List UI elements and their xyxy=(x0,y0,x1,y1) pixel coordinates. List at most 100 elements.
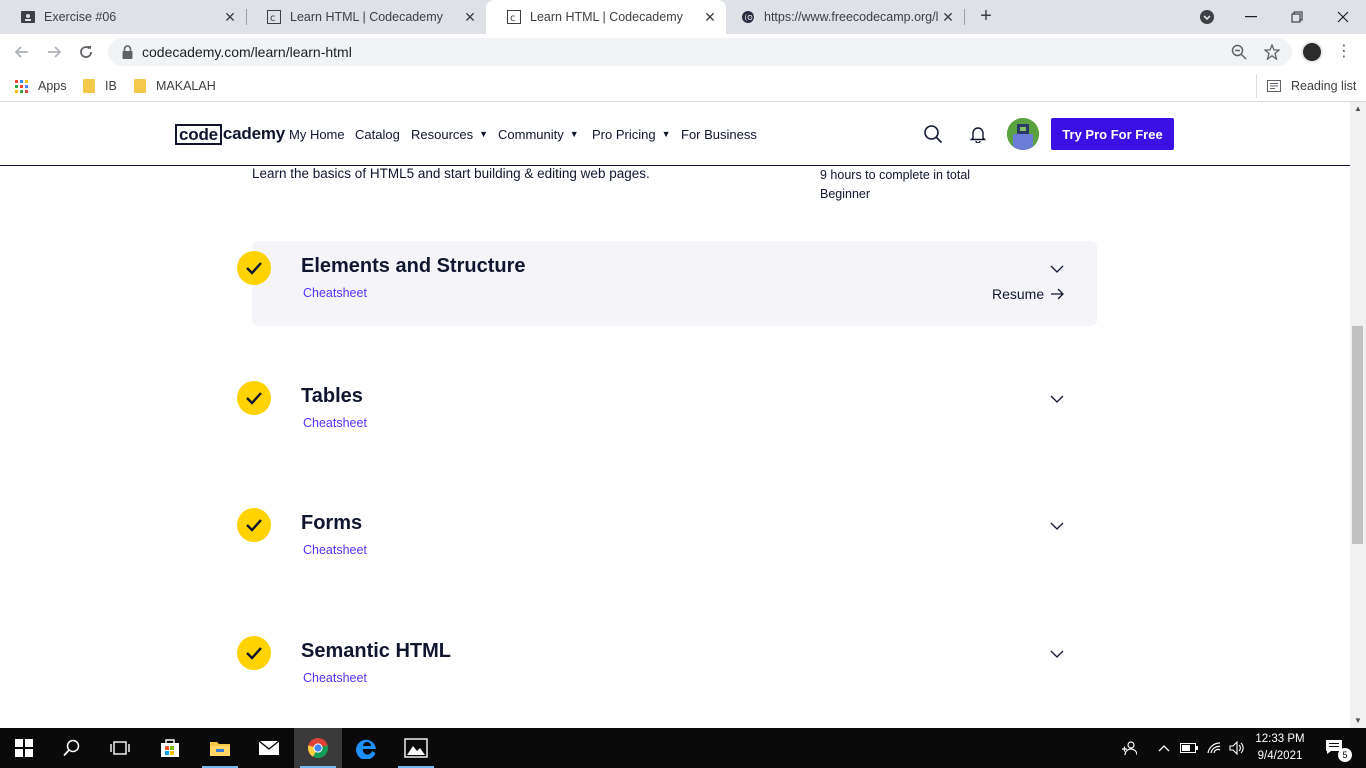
module-semantic-html[interactable]: Semantic HTML Cheatsheet xyxy=(237,626,1097,711)
module-title: Elements and Structure xyxy=(301,255,526,277)
forward-button[interactable] xyxy=(42,40,66,64)
search-icon xyxy=(63,739,80,757)
restore-button[interactable] xyxy=(1274,0,1320,34)
restore-icon xyxy=(1291,11,1303,23)
bell-icon[interactable] xyxy=(966,122,990,146)
start-button[interactable] xyxy=(0,728,48,768)
module-forms[interactable]: Forms Cheatsheet xyxy=(237,498,1097,583)
tab-search-button[interactable] xyxy=(1184,0,1230,34)
chevron-down-icon[interactable] xyxy=(1049,263,1065,275)
close-tab-icon[interactable]: ✕ xyxy=(220,9,240,26)
logo-rest-text: cademy xyxy=(222,124,286,143)
tab-title: https://www.freecodecamp.org/le xyxy=(764,10,938,24)
mail-icon xyxy=(258,740,280,755)
arrow-right-icon xyxy=(1051,288,1065,300)
codecademy-favicon-icon: c xyxy=(506,9,522,25)
close-tab-icon[interactable]: ✕ xyxy=(938,9,958,26)
photos-button[interactable] xyxy=(392,728,440,768)
close-window-button[interactable] xyxy=(1320,0,1366,34)
try-pro-button[interactable]: Try Pro For Free xyxy=(1051,118,1174,150)
user-avatar[interactable] xyxy=(1007,118,1039,150)
system-clock[interactable]: 12:33 PM 9/4/2021 xyxy=(1252,731,1308,765)
search-icon[interactable] xyxy=(921,122,945,146)
apps-grid-icon xyxy=(15,79,28,93)
completed-check-icon xyxy=(237,381,271,415)
bookmark-ib[interactable]: IB xyxy=(83,76,117,96)
close-tab-icon[interactable]: ✕ xyxy=(700,9,720,26)
tab-freecodecamp[interactable]: (ʘ) https://www.freecodecamp.org/le ✕ xyxy=(726,0,964,34)
edge-button[interactable] xyxy=(343,728,391,768)
omnibox[interactable]: codecademy.com/learn/learn-html xyxy=(108,38,1292,66)
page-viewport: Learn the basics of HTML5 and start buil… xyxy=(0,102,1350,728)
new-tab-button[interactable]: + xyxy=(975,6,997,28)
scrollbar-thumb[interactable] xyxy=(1352,326,1363,544)
tab-divider xyxy=(964,9,965,25)
chrome-button[interactable] xyxy=(294,728,342,768)
tab-title: Learn HTML | Codecademy xyxy=(290,10,443,24)
course-description: Learn the basics of HTML5 and start buil… xyxy=(252,166,650,181)
chevron-down-icon[interactable] xyxy=(1049,648,1065,660)
action-center-button[interactable]: 5 xyxy=(1320,728,1352,768)
module-title: Forms xyxy=(301,512,363,534)
store-button[interactable] xyxy=(146,728,194,768)
codecademy-logo[interactable]: code cademy xyxy=(175,123,285,145)
svg-text:c: c xyxy=(270,13,276,24)
people-icon[interactable] xyxy=(1118,728,1140,768)
nav-label: Pro Pricing xyxy=(592,126,656,142)
module-tables[interactable]: Tables Cheatsheet xyxy=(237,371,1097,456)
tab-exercise[interactable]: Exercise #06 ✕ xyxy=(0,0,246,34)
classroom-icon xyxy=(20,9,36,25)
windows-taskbar: 12:33 PM 9/4/2021 5 xyxy=(0,728,1366,768)
minimize-button[interactable] xyxy=(1228,0,1274,34)
cheatsheet-link[interactable]: Cheatsheet xyxy=(303,286,367,300)
file-explorer-button[interactable] xyxy=(196,728,244,768)
volume-icon[interactable] xyxy=(1227,728,1247,768)
mail-button[interactable] xyxy=(245,728,293,768)
nav-resources[interactable]: Resources ▼ xyxy=(411,123,488,145)
reload-button[interactable] xyxy=(74,40,98,64)
nav-label: Catalog xyxy=(355,126,400,142)
zoom-out-icon[interactable] xyxy=(1229,42,1249,62)
chevron-down-circle-icon xyxy=(1200,10,1214,24)
back-button[interactable] xyxy=(10,40,34,64)
bookmark-apps[interactable]: Apps xyxy=(15,76,67,96)
nav-catalog[interactable]: Catalog xyxy=(355,123,400,145)
chevron-down-icon[interactable] xyxy=(1049,393,1065,405)
profile-avatar[interactable] xyxy=(1301,41,1323,63)
nav-my-home[interactable]: My Home xyxy=(289,123,345,145)
module-title: Semantic HTML xyxy=(301,640,452,662)
course-meta: 9 hours to complete in total Beginner xyxy=(820,166,970,204)
nav-community[interactable]: Community ▼ xyxy=(498,123,579,145)
wifi-icon[interactable] xyxy=(1204,728,1224,768)
battery-icon[interactable] xyxy=(1179,728,1199,768)
logo-box-text: code xyxy=(175,123,222,145)
windows-logo-icon xyxy=(15,739,33,757)
nav-for-business[interactable]: For Business xyxy=(681,123,757,145)
tab-title: Exercise #06 xyxy=(44,10,117,24)
completed-check-icon xyxy=(237,251,271,285)
task-view-icon xyxy=(110,741,130,755)
bookmark-makalah[interactable]: MAKALAH xyxy=(134,76,216,96)
tab-learn-html-1[interactable]: c Learn HTML | Codecademy ✕ xyxy=(246,0,486,34)
task-view-button[interactable] xyxy=(96,728,144,768)
show-hidden-icons-chevron-up-icon[interactable] xyxy=(1155,728,1173,768)
chevron-down-icon[interactable] xyxy=(1049,520,1065,532)
edge-icon xyxy=(356,739,376,759)
search-taskbar-button[interactable] xyxy=(48,728,96,768)
cheatsheet-link[interactable]: Cheatsheet xyxy=(303,671,367,685)
cheatsheet-link[interactable]: Cheatsheet xyxy=(303,416,367,430)
site-header: code cademy My Home Catalog Resources ▼ C… xyxy=(0,102,1350,166)
tab-learn-html-active[interactable]: c Learn HTML | Codecademy ✕ xyxy=(486,0,726,34)
reading-list-button[interactable]: Reading list xyxy=(1256,74,1356,98)
bookmarks-bar: Apps IB MAKALAH Reading list xyxy=(0,70,1366,102)
scroll-up-arrow-icon[interactable]: ▲ xyxy=(1350,102,1366,116)
scroll-down-arrow-icon[interactable]: ▼ xyxy=(1350,714,1366,728)
bookmark-label: IB xyxy=(105,79,117,93)
module-elements-and-structure[interactable]: Elements and Structure Cheatsheet Resume xyxy=(237,241,1097,326)
nav-pro-pricing[interactable]: Pro Pricing ▼ xyxy=(592,123,671,145)
bookmark-star-icon[interactable] xyxy=(1262,42,1282,62)
browser-menu-icon[interactable]: ⋮ xyxy=(1336,42,1352,62)
cheatsheet-link[interactable]: Cheatsheet xyxy=(303,543,367,557)
resume-button[interactable]: Resume xyxy=(992,286,1065,302)
close-tab-icon[interactable]: ✕ xyxy=(460,9,480,26)
